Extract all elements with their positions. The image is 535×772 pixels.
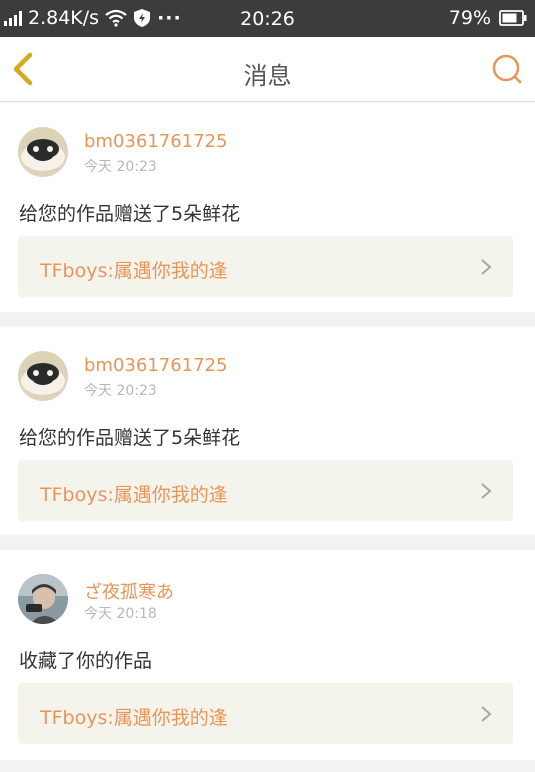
message-text: 给您的作品赠送了5朵鲜花 <box>19 427 241 449</box>
page-title: 消息 <box>243 62 292 90</box>
chevron-right-icon <box>481 483 492 499</box>
timestamp: 今天 20:23 <box>84 383 157 399</box>
battery-icon <box>499 10 527 26</box>
avatar[interactable] <box>18 127 68 177</box>
work-link[interactable]: TFboys:属遇你我的逢 <box>18 236 513 297</box>
timestamp: 今天 20:23 <box>84 159 157 175</box>
username[interactable]: bm0361761725 <box>84 131 227 152</box>
message-text: 收藏了你的作品 <box>19 650 153 672</box>
chevron-right-icon <box>481 259 492 275</box>
work-link[interactable]: TFboys:属遇你我的逢 <box>18 683 513 744</box>
avatar[interactable] <box>18 574 68 624</box>
message-card: bm0361761725 今天 20:23 给您的作品赠送了5朵鲜花 TFboy… <box>0 327 535 535</box>
avatar-image <box>18 127 68 177</box>
work-title: TFboys:属遇你我的逢 <box>40 484 228 506</box>
nav-bar: 消息 <box>0 37 535 102</box>
battery-percent: 79% <box>448 7 491 29</box>
status-bar: 2.84K/s ··· 20:26 79% <box>0 0 535 37</box>
avatar-image <box>18 574 68 624</box>
message-card: bm0361761725 今天 20:23 给您的作品赠送了5朵鲜花 TFboy… <box>0 103 535 312</box>
work-title: TFboys:属遇你我的逢 <box>40 707 228 729</box>
chevron-right-icon <box>481 706 492 722</box>
message-text: 给您的作品赠送了5朵鲜花 <box>19 203 241 225</box>
status-right: 79% <box>449 7 527 29</box>
work-title: TFboys:属遇你我的逢 <box>40 260 228 282</box>
search-button[interactable] <box>491 53 523 85</box>
message-card: ざ夜孤寒あ 今天 20:18 收藏了你的作品 TFboys:属遇你我的逢 <box>0 550 535 760</box>
username[interactable]: bm0361761725 <box>84 355 227 376</box>
timestamp: 今天 20:18 <box>84 606 157 622</box>
work-link[interactable]: TFboys:属遇你我的逢 <box>18 460 513 521</box>
avatar-image <box>18 351 68 401</box>
username[interactable]: ざ夜孤寒あ <box>84 578 174 604</box>
avatar[interactable] <box>18 351 68 401</box>
